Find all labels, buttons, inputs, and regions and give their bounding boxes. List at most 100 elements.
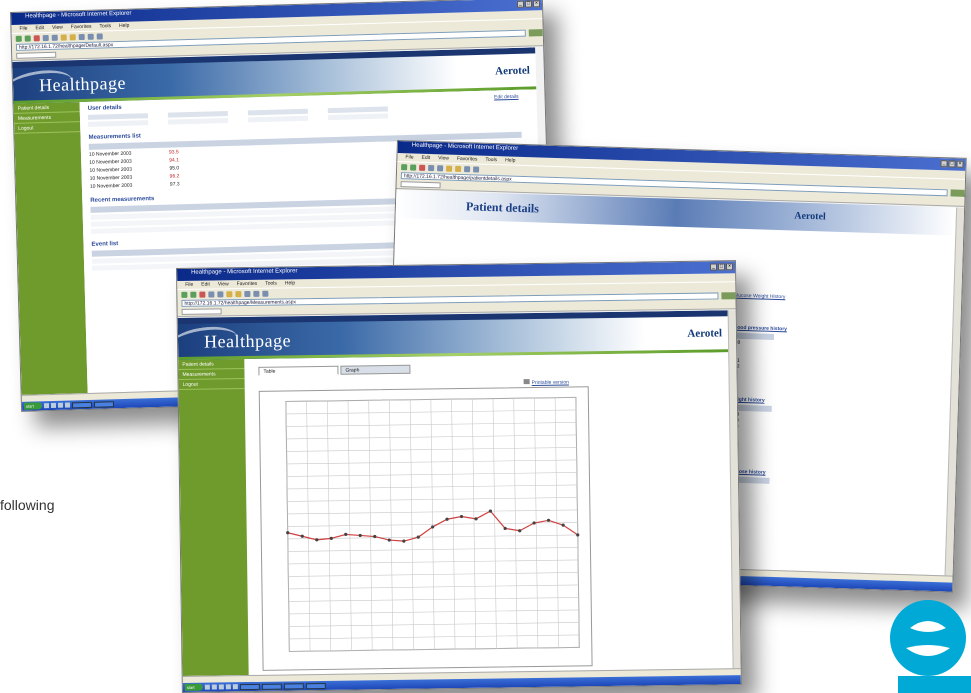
refresh-icon[interactable] bbox=[208, 290, 215, 298]
menu-edit[interactable]: Edit bbox=[421, 155, 430, 161]
home-icon[interactable] bbox=[217, 290, 224, 297]
refresh-icon[interactable] bbox=[42, 34, 49, 41]
menu-help[interactable]: Help bbox=[119, 23, 129, 29]
search-icon[interactable] bbox=[226, 290, 233, 297]
refresh-icon[interactable] bbox=[428, 164, 435, 171]
banner-title: Healthpage bbox=[203, 330, 292, 352]
mail-icon[interactable] bbox=[87, 33, 94, 40]
stop-icon[interactable] bbox=[33, 34, 40, 41]
nav-item-logout[interactable]: Logout bbox=[178, 379, 245, 390]
maximize-button[interactable]: □ bbox=[948, 160, 956, 168]
quicklaunch-icon[interactable] bbox=[225, 684, 231, 690]
menu-tools[interactable]: Tools bbox=[485, 157, 497, 163]
edit-details-link[interactable]: Edit details bbox=[494, 94, 519, 101]
search-field[interactable] bbox=[181, 308, 222, 315]
quicklaunch-icon[interactable] bbox=[232, 684, 238, 690]
go-button[interactable] bbox=[721, 292, 736, 300]
menu-file[interactable]: File bbox=[19, 26, 27, 32]
taskbar-button[interactable] bbox=[283, 682, 304, 690]
favorites-icon[interactable] bbox=[235, 290, 242, 297]
maximize-button[interactable]: □ bbox=[717, 263, 726, 271]
menu-favorites[interactable]: Favorites bbox=[71, 24, 92, 31]
print-icon[interactable] bbox=[262, 290, 269, 297]
measurement-chart bbox=[285, 396, 580, 652]
banner-title: Healthpage bbox=[38, 72, 127, 96]
minimize-button[interactable]: _ bbox=[516, 0, 525, 8]
history-table-title[interactable]: Blood pressure history bbox=[732, 325, 787, 333]
row-date: 10 November 2003 bbox=[89, 174, 133, 182]
close-button[interactable]: × bbox=[532, 0, 541, 8]
maximize-button[interactable]: □ bbox=[524, 0, 533, 8]
stop-icon[interactable] bbox=[199, 291, 206, 298]
back-icon[interactable] bbox=[401, 163, 408, 170]
forward-icon[interactable] bbox=[190, 291, 197, 298]
search-icon[interactable] bbox=[60, 33, 67, 41]
menu-edit[interactable]: Edit bbox=[201, 282, 210, 288]
taskbar-button[interactable] bbox=[261, 683, 282, 690]
history-links[interactable]: Glucose Weight History bbox=[733, 293, 785, 301]
quicklaunch-icon[interactable] bbox=[43, 403, 50, 409]
print-icon[interactable] bbox=[473, 165, 480, 173]
stop-icon[interactable] bbox=[419, 164, 426, 171]
menu-favorites[interactable]: Favorites bbox=[237, 281, 258, 287]
menu-tools[interactable]: Tools bbox=[265, 281, 277, 287]
start-button[interactable]: start bbox=[23, 402, 43, 410]
home-icon[interactable] bbox=[51, 34, 58, 41]
menu-favorites[interactable]: Favorites bbox=[457, 156, 478, 163]
close-button[interactable]: × bbox=[956, 160, 964, 168]
menu-help[interactable]: Help bbox=[505, 157, 515, 163]
close-button[interactable]: × bbox=[725, 263, 734, 271]
quicklaunch-icon[interactable] bbox=[218, 684, 224, 690]
back-icon[interactable] bbox=[15, 35, 22, 42]
quicklaunch-icon[interactable] bbox=[50, 402, 57, 409]
taskbar-button[interactable] bbox=[71, 401, 93, 408]
printable-version-label: Printable version bbox=[531, 379, 569, 387]
forward-icon[interactable] bbox=[24, 34, 31, 42]
side-nav: Patient details Measurements Logout bbox=[178, 359, 249, 676]
quicklaunch-icon[interactable] bbox=[64, 402, 71, 408]
menu-view[interactable]: View bbox=[218, 281, 229, 287]
search-field[interactable] bbox=[400, 181, 441, 189]
taskbar-button[interactable] bbox=[305, 682, 326, 689]
favorites-icon[interactable] bbox=[455, 165, 462, 172]
search-field[interactable] bbox=[16, 51, 57, 59]
row-value: 94.1 bbox=[169, 157, 180, 164]
start-button[interactable]: start bbox=[184, 683, 203, 691]
brochure-page: following Healthpage - Microsoft Interne… bbox=[0, 0, 971, 693]
row-date: 10 November 2003 bbox=[89, 182, 133, 190]
minimize-button[interactable]: _ bbox=[709, 263, 718, 271]
row-date: 10 November 2003 bbox=[89, 158, 132, 166]
mail-icon[interactable] bbox=[253, 290, 260, 297]
favorites-icon[interactable] bbox=[69, 33, 76, 40]
taskbar-button[interactable] bbox=[93, 400, 115, 408]
quicklaunch-icon[interactable] bbox=[211, 684, 217, 690]
tab-table[interactable]: Table bbox=[258, 365, 339, 376]
nav-item-logout[interactable]: Logout bbox=[14, 122, 81, 134]
home-icon[interactable] bbox=[437, 164, 444, 171]
go-button[interactable] bbox=[950, 189, 965, 197]
menu-view[interactable]: View bbox=[52, 25, 63, 31]
quicklaunch-icon[interactable] bbox=[204, 684, 210, 690]
menu-file[interactable]: File bbox=[185, 282, 193, 288]
history-icon[interactable] bbox=[244, 290, 251, 297]
printable-version-link[interactable]: Printable version bbox=[523, 379, 569, 387]
menu-edit[interactable]: Edit bbox=[35, 25, 44, 31]
menu-help[interactable]: Help bbox=[285, 280, 295, 286]
side-nav: Patient details Measurements Logout bbox=[13, 102, 88, 395]
page-viewport: Healthpage Aerotel Patient details Measu… bbox=[177, 310, 733, 676]
quicklaunch-icon[interactable] bbox=[57, 402, 64, 408]
menu-file[interactable]: File bbox=[405, 154, 413, 160]
history-icon[interactable] bbox=[78, 33, 85, 40]
minimize-button[interactable]: _ bbox=[940, 160, 948, 168]
print-icon[interactable] bbox=[96, 32, 103, 40]
tab-graph[interactable]: Graph bbox=[340, 364, 411, 375]
taskbar-button[interactable] bbox=[239, 683, 260, 690]
forward-icon[interactable] bbox=[410, 163, 417, 171]
menu-tools[interactable]: Tools bbox=[99, 23, 111, 29]
healthpage-banner: Healthpage Aerotel bbox=[177, 310, 729, 360]
search-icon[interactable] bbox=[446, 165, 453, 172]
history-icon[interactable] bbox=[464, 165, 471, 172]
menu-view[interactable]: View bbox=[438, 155, 449, 161]
go-button[interactable] bbox=[528, 29, 543, 37]
back-icon[interactable] bbox=[181, 291, 188, 298]
